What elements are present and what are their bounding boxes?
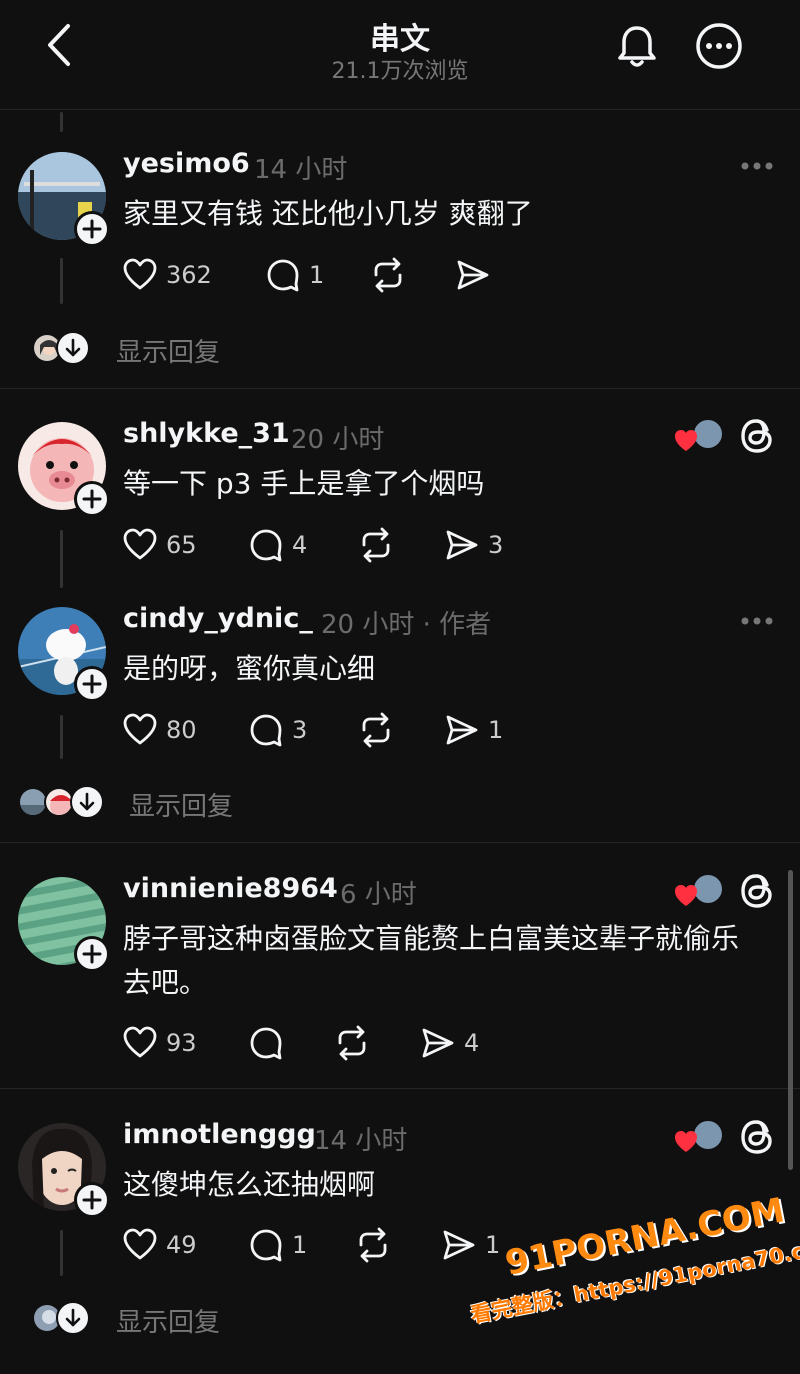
- post-text: 脖子哥这种卤蛋脸文盲能赘上白富美这辈子就偷乐去吧。: [123, 922, 740, 999]
- post-options-icon[interactable]: [740, 160, 774, 172]
- scrollbar[interactable]: [788, 870, 793, 1170]
- follow-button[interactable]: [74, 211, 110, 247]
- thread-line: [60, 258, 63, 304]
- reply-count: 4: [292, 531, 308, 559]
- show-replies-link[interactable]: 显示回复: [116, 1302, 220, 1339]
- divider: [0, 388, 800, 389]
- share-count: 1: [488, 716, 504, 744]
- chevron-down-icon[interactable]: [56, 1301, 90, 1335]
- watermark-overlay: 91PORNA.COM 看完整版：https://91porna70.com: [459, 1190, 800, 1374]
- heart-icon: [123, 528, 157, 560]
- share-button[interactable]: 1: [444, 710, 503, 750]
- repost-button[interactable]: [370, 255, 406, 295]
- post-options-icon[interactable]: [740, 615, 774, 627]
- comment-icon: [250, 529, 282, 562]
- follow-button[interactable]: [74, 936, 110, 972]
- share-count: 4: [464, 1029, 480, 1057]
- follow-button[interactable]: [74, 666, 110, 702]
- heart-icon: [123, 1228, 157, 1260]
- send-icon: [446, 715, 478, 745]
- timestamp: 14 小时: [314, 1126, 408, 1156]
- repost-button[interactable]: [358, 525, 394, 565]
- like-button[interactable]: 49: [122, 1225, 197, 1265]
- page-title: 串文: [370, 22, 430, 57]
- top-bar: 串文 21.1万次浏览: [0, 0, 800, 110]
- comment-icon: [250, 1229, 282, 1262]
- share-button[interactable]: 4: [420, 1023, 479, 1063]
- like-count: 49: [166, 1231, 197, 1259]
- author-liked-icon: [674, 1119, 724, 1155]
- comment-icon: [267, 259, 299, 292]
- heart-icon: [123, 1026, 157, 1058]
- author-liked-icon: [674, 418, 724, 454]
- share-count: 3: [488, 531, 504, 559]
- share-button[interactable]: 3: [444, 525, 503, 565]
- bell-icon[interactable]: [614, 22, 660, 70]
- author-liked-icon: [674, 873, 724, 909]
- reply-count: 3: [292, 716, 308, 744]
- like-count: 93: [166, 1029, 197, 1057]
- timestamp: 20 小时 · 作者: [321, 610, 492, 640]
- threads-logo-icon[interactable]: [738, 871, 776, 911]
- reply-button[interactable]: 3: [248, 710, 307, 750]
- repost-button[interactable]: [355, 1225, 391, 1265]
- chevron-down-icon[interactable]: [56, 331, 90, 365]
- reply-button[interactable]: [248, 1023, 284, 1063]
- like-button[interactable]: 362: [122, 255, 212, 295]
- divider: [0, 842, 800, 843]
- like-count: 362: [166, 261, 212, 289]
- heart-icon: [123, 713, 157, 745]
- view-count: 21.1万次浏览: [331, 59, 469, 84]
- heart-icon: [123, 258, 157, 290]
- username[interactable]: cindy_ydnic_: [123, 603, 313, 634]
- reply-count: 1: [309, 261, 325, 289]
- reply-button[interactable]: 1: [248, 1225, 307, 1265]
- like-count: 65: [166, 531, 197, 559]
- more-options-icon[interactable]: [695, 22, 743, 70]
- reply-button[interactable]: 4: [248, 525, 307, 565]
- threads-logo-icon[interactable]: [738, 416, 776, 456]
- reply-button[interactable]: 1: [265, 255, 324, 295]
- like-button[interactable]: 65: [122, 525, 197, 565]
- follow-button[interactable]: [74, 1182, 110, 1218]
- repost-icon: [362, 712, 390, 748]
- chevron-down-icon[interactable]: [70, 785, 104, 819]
- repost-icon: [374, 257, 402, 293]
- username[interactable]: yesimo6: [123, 148, 250, 179]
- timestamp: 6 小时: [340, 880, 417, 910]
- thread-line: [60, 1230, 63, 1276]
- thread-line: [60, 112, 63, 132]
- username[interactable]: shlykke_31: [123, 418, 290, 449]
- show-replies-link[interactable]: 显示回复: [116, 332, 220, 369]
- send-icon: [457, 260, 489, 290]
- send-icon: [422, 1028, 454, 1058]
- post-text: 家里又有钱 还比他小几岁 爽翻了: [123, 197, 533, 230]
- like-count: 80: [166, 716, 197, 744]
- post-text: 是的呀，蜜你真心细: [123, 652, 376, 685]
- timestamp: 20 小时: [291, 425, 385, 455]
- repost-icon: [359, 1227, 387, 1263]
- follow-button[interactable]: [74, 481, 110, 517]
- comment-icon: [250, 1027, 282, 1060]
- like-button[interactable]: 93: [122, 1023, 197, 1063]
- repost-button[interactable]: [358, 710, 394, 750]
- repost-icon: [338, 1025, 366, 1061]
- send-icon: [446, 530, 478, 560]
- username[interactable]: vinnienie8964: [123, 873, 338, 904]
- post-text: 这傻坤怎么还抽烟啊: [123, 1168, 376, 1201]
- reply-count: 1: [292, 1231, 308, 1259]
- repost-button[interactable]: [334, 1023, 370, 1063]
- post-text: 等一下 p3 手上是拿了个烟吗: [123, 467, 485, 500]
- show-replies-link[interactable]: 显示回复: [129, 786, 233, 823]
- comment-icon: [250, 714, 282, 747]
- thread-line: [60, 530, 63, 588]
- divider: [0, 1088, 800, 1089]
- threads-logo-icon[interactable]: [738, 1117, 776, 1157]
- repost-icon: [362, 527, 390, 563]
- thread-line: [60, 715, 63, 759]
- timestamp: 14 小时: [254, 155, 348, 185]
- share-button[interactable]: [455, 255, 491, 295]
- like-button[interactable]: 80: [122, 710, 197, 750]
- username[interactable]: imnotlenggg: [123, 1119, 316, 1150]
